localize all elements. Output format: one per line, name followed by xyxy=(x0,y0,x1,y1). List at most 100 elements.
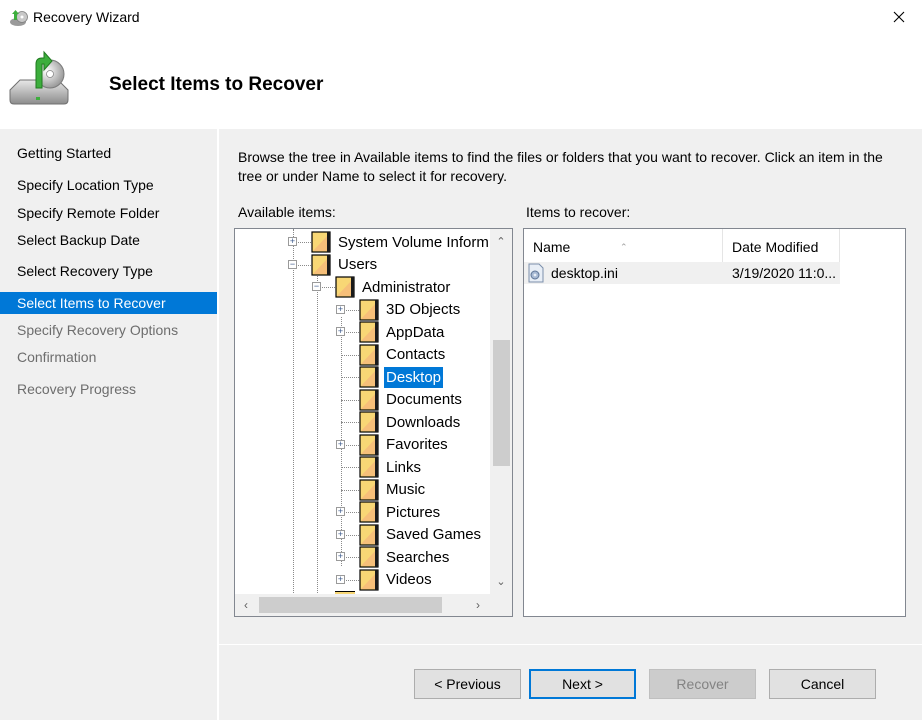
expand-plus-icon[interactable]: + xyxy=(336,529,345,539)
scroll-up-arrow-icon[interactable]: ⌃ xyxy=(490,231,512,251)
previous-button[interactable]: < Previous xyxy=(414,669,521,699)
tree-connector xyxy=(341,467,359,468)
tree-item-label: Downloads xyxy=(386,413,461,431)
folder-icon xyxy=(359,321,379,343)
tree-item-users[interactable]: Users xyxy=(311,253,379,276)
expand-plus-icon[interactable]: + xyxy=(336,507,345,516)
tree-item-label: Saved Games xyxy=(386,526,482,543)
tree-item-favorites[interactable]: Favorites xyxy=(359,433,450,456)
list-item[interactable]: desktop.ini 3/19/2020 11:0... xyxy=(524,262,840,284)
collapse-minus-icon[interactable]: − xyxy=(312,282,321,291)
tree-item-pictures[interactable]: Pictures xyxy=(359,501,442,523)
tree-item-label: Desktop xyxy=(384,366,444,388)
expand-plus-icon[interactable]: + xyxy=(336,552,345,561)
wizard-footer: < Previous Next > Recover Cancel xyxy=(219,645,922,720)
folder-icon xyxy=(311,253,331,276)
column-header-date-modified[interactable]: Date Modified xyxy=(723,229,840,263)
scrollbar-corner xyxy=(490,594,512,616)
tree-item-label: Searches xyxy=(386,548,450,566)
title-bar: Recovery Wizard xyxy=(0,0,922,34)
instructions-text: Browse the tree in Available items to fi… xyxy=(238,149,883,184)
close-button[interactable] xyxy=(876,0,922,34)
tree-item-label: Links xyxy=(386,458,422,476)
close-icon xyxy=(893,11,905,23)
folder-icon xyxy=(359,433,379,456)
tree-horizontal-scrollbar[interactable]: ‹ › xyxy=(235,594,492,616)
recover-button: Recover xyxy=(649,669,756,699)
tree-item-label: Videos xyxy=(386,571,432,588)
tree-vscroll-thumb[interactable] xyxy=(493,340,510,466)
folder-icon xyxy=(359,478,379,501)
tree-item-searches[interactable]: Searches xyxy=(359,546,451,568)
step-specify-location-type[interactable]: Specify Location Type xyxy=(0,174,217,196)
sort-ascending-icon: ⌃ xyxy=(620,242,628,252)
step-select-backup-date[interactable]: Select Backup Date xyxy=(0,229,217,251)
tree-vertical-scrollbar[interactable]: ⌃ ⌄ xyxy=(490,229,512,595)
step-select-items-to-recover[interactable]: Select Items to Recover xyxy=(0,292,217,314)
step-confirmation: Confirmation xyxy=(17,349,97,365)
wizard-header: Select Items to Recover xyxy=(0,34,922,129)
collapse-minus-icon[interactable]: − xyxy=(288,259,297,269)
tree-item-label: Pictures xyxy=(386,503,441,521)
folder-icon xyxy=(359,411,379,433)
scroll-left-arrow-icon[interactable]: ‹ xyxy=(235,594,257,616)
wizard-content: Browse the tree in Available items to fi… xyxy=(219,129,922,644)
tree-item-music[interactable]: Music xyxy=(359,478,427,501)
tree-item-videos[interactable]: Videos xyxy=(359,568,434,591)
scroll-right-arrow-icon[interactable]: › xyxy=(467,594,489,616)
cancel-button[interactable]: Cancel xyxy=(769,669,876,699)
tree-item-label: Users xyxy=(338,256,378,273)
folder-icon xyxy=(335,276,355,298)
tree-item-label: Documents xyxy=(386,391,462,408)
folder-icon xyxy=(359,501,379,523)
expand-plus-icon[interactable]: + xyxy=(336,327,345,336)
tree-connector xyxy=(341,399,359,401)
tree-item-desktop[interactable]: Desktop xyxy=(359,366,444,388)
tree-item-links[interactable]: Links xyxy=(359,456,423,478)
column-header-name[interactable]: ⌃ Name xyxy=(524,229,723,263)
tree-connector xyxy=(341,354,359,356)
step-getting-started[interactable]: Getting Started xyxy=(0,142,217,164)
tree-item-system-volume-inform[interactable]: System Volume Inform xyxy=(311,231,491,253)
tree-hscroll-thumb[interactable] xyxy=(259,597,442,613)
tree-item-documents[interactable]: Documents xyxy=(359,388,464,411)
folder-icon xyxy=(359,388,379,411)
file-date-modified: 3/19/2020 11:0... xyxy=(732,265,837,281)
step-specify-remote-folder[interactable]: Specify Remote Folder xyxy=(0,202,217,224)
tree-guide-line xyxy=(317,273,318,595)
expand-plus-icon[interactable]: + xyxy=(336,439,345,449)
tree-item-saved-games[interactable]: Saved Games xyxy=(359,523,483,546)
list-header: ⌃ Name Date Modified xyxy=(524,229,840,263)
tree-item-3d-objects[interactable]: 3D Objects xyxy=(359,298,462,321)
tree-item-label: 3D Objects xyxy=(386,301,461,318)
folder-icon xyxy=(359,343,379,366)
file-name: desktop.ini xyxy=(551,265,618,281)
available-items-tree[interactable]: System Volume Inform + Users − Administrator… xyxy=(234,228,513,617)
column-date-label: Date Modified xyxy=(732,239,819,255)
step-recovery-progress: Recovery Progress xyxy=(17,381,137,397)
items-to-recover-list[interactable]: ⌃ Name Date Modified desktop.ini 3/19/20… xyxy=(523,228,906,617)
tree-item-appdata[interactable]: AppData xyxy=(359,321,446,343)
wizard-steps-sidebar: Getting Started Specify Location Type Sp… xyxy=(0,129,217,720)
tree-item-contacts[interactable]: Contacts xyxy=(359,343,447,366)
recovery-wizard-window: Recovery Wizard Select Items to Recover xyxy=(0,0,922,720)
folder-icon xyxy=(359,568,379,591)
tree-item-label: Contacts xyxy=(386,346,446,363)
scroll-down-arrow-icon[interactable]: ⌄ xyxy=(490,571,512,591)
step-specify-recovery-options: Specify Recovery Options xyxy=(17,322,179,338)
tree-item-downloads[interactable]: Downloads xyxy=(359,411,462,433)
tree-item-label: Music xyxy=(386,481,426,498)
next-button[interactable]: Next > xyxy=(529,669,636,699)
folder-icon xyxy=(311,231,331,253)
tree-item-label: System Volume Inform xyxy=(338,233,489,251)
items-to-recover-label: Items to recover: xyxy=(526,204,631,220)
expand-plus-icon[interactable]: + xyxy=(336,304,345,314)
step-select-recovery-type[interactable]: Select Recovery Type xyxy=(0,260,217,282)
expand-plus-icon[interactable]: + xyxy=(336,574,345,584)
tree-item-administrator[interactable]: Administrator xyxy=(335,276,452,298)
expand-plus-icon[interactable]: + xyxy=(288,237,297,246)
backup-restore-icon xyxy=(10,10,28,26)
tree-connector xyxy=(341,377,359,378)
page-title: Select Items to Recover xyxy=(109,74,324,95)
tree-item-label: Favorites xyxy=(386,436,448,453)
